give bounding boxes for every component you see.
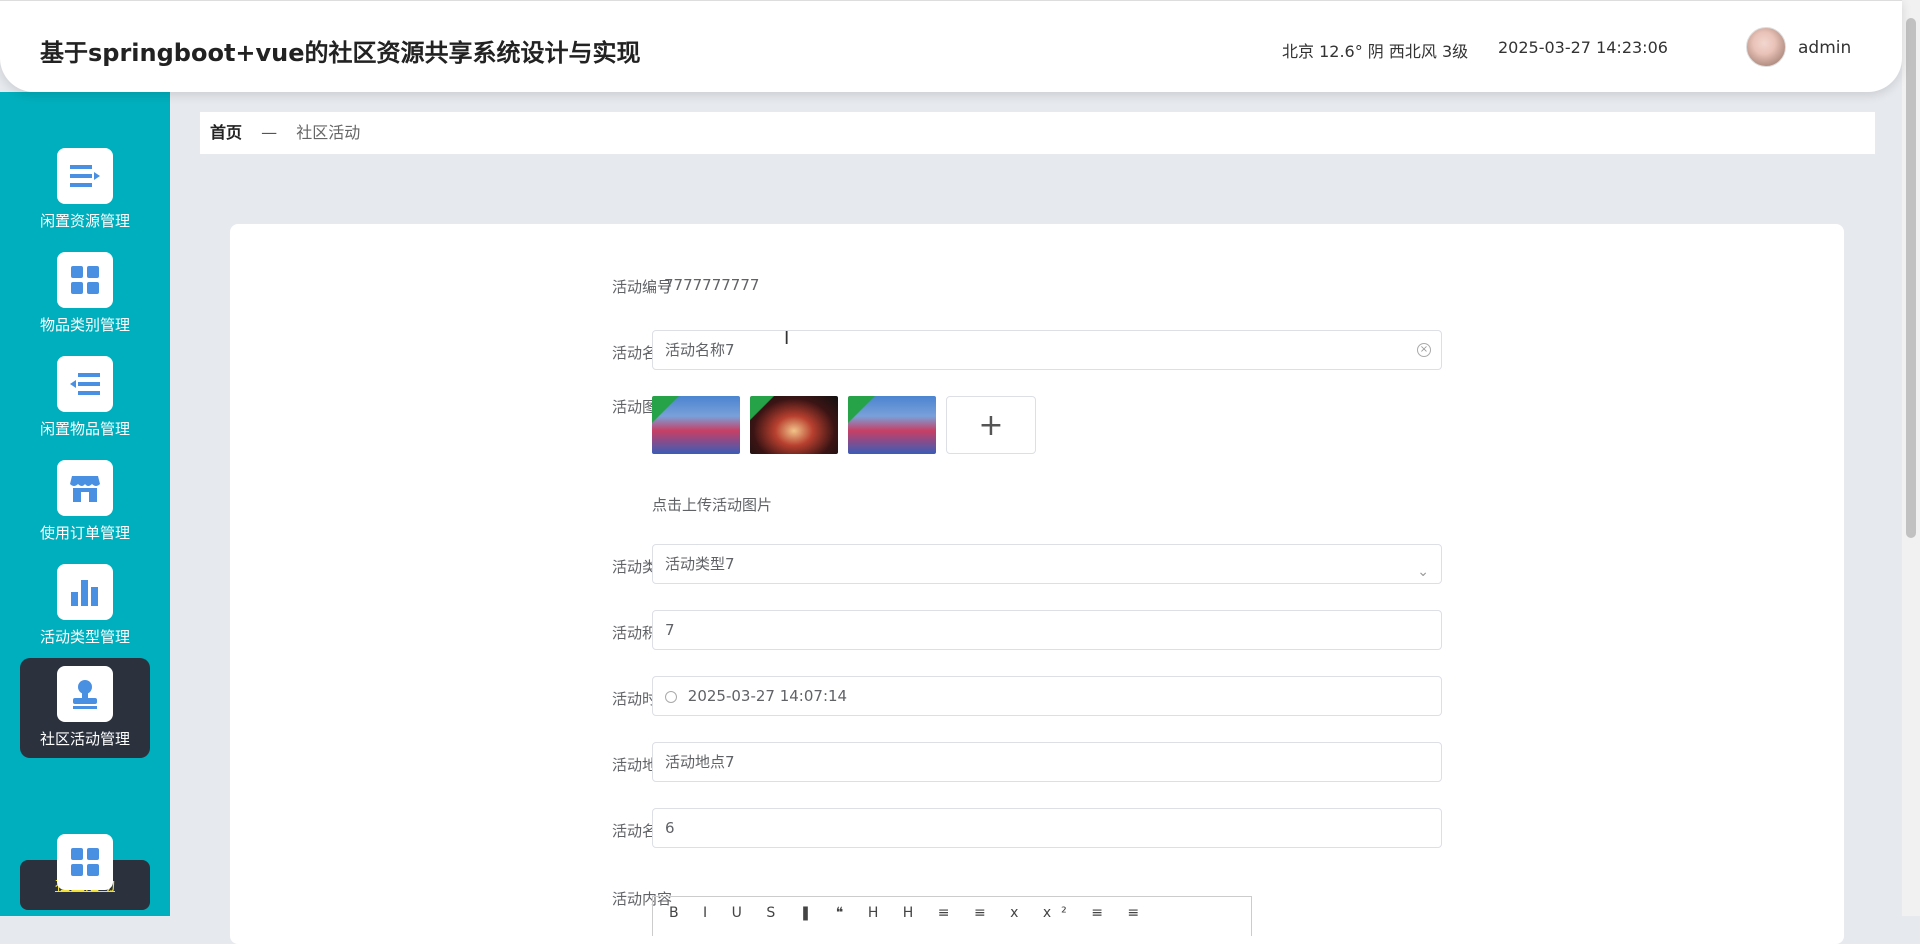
- chevron-down-icon: ⌄: [1417, 564, 1429, 580]
- input-value: 7: [665, 621, 675, 639]
- sidebar: 闲置资源管理 物品类别管理 闲置物品管理 使用订单管理 活动类型管理 社区活动管…: [0, 92, 170, 916]
- activity-name-input[interactable]: 活动名称7 ×: [652, 330, 1442, 370]
- activity-place-input[interactable]: 活动地点7: [652, 742, 1442, 782]
- plus-icon: +: [978, 407, 1004, 443]
- app-title: 基于springboot+vue的社区资源共享系统设计与实现: [40, 39, 641, 67]
- sidebar-item-label: 闲置物品管理: [39, 420, 130, 438]
- clock-icon: [665, 690, 677, 703]
- clear-icon[interactable]: ×: [1417, 343, 1431, 357]
- activity-image-thumbnail[interactable]: [652, 396, 740, 454]
- activity-image-thumbnail[interactable]: [848, 396, 936, 454]
- sidebar-item-label: 社区活动管理: [39, 730, 130, 748]
- sidebar-item-idle-resource[interactable]: 闲置资源管理: [20, 140, 150, 240]
- weather-info: 北京 12.6° 阴 西北风 3级: [1282, 42, 1469, 61]
- breadcrumb-current: 社区活动: [296, 123, 361, 142]
- sidebar-item-community-activity[interactable]: 社区活动管理: [20, 658, 150, 758]
- scrollbar-thumb[interactable]: [1906, 18, 1916, 538]
- upload-image-button[interactable]: +: [946, 396, 1036, 454]
- sidebar-item-activity-type[interactable]: 活动类型管理: [20, 556, 150, 656]
- list-icon: [57, 148, 113, 204]
- breadcrumb-separator: —: [261, 123, 278, 142]
- stamp-icon: [57, 666, 113, 722]
- sidebar-item-label: 使用订单管理: [39, 524, 130, 542]
- text-cursor-icon: I: [784, 328, 790, 349]
- sidebar-item-label: 闲置资源管理: [39, 212, 130, 230]
- indent-list-icon: [57, 356, 113, 412]
- input-value: 2025-03-27 14:07:14: [687, 687, 848, 705]
- sidebar-item-idle-goods[interactable]: 闲置物品管理: [20, 348, 150, 448]
- grid-icon: [57, 252, 113, 308]
- activity-time-picker[interactable]: 2025-03-27 14:07:14: [652, 676, 1442, 716]
- sidebar-item-more[interactable]: [20, 832, 150, 912]
- current-datetime: 2025-03-27 14:23:06: [1498, 38, 1668, 57]
- rich-text-editor-toolbar[interactable]: B I U S ❚ ❝ H H ≡ ≡ x x² ≡ ≡: [652, 896, 1252, 936]
- form-label: 活动编号: [611, 278, 672, 296]
- username[interactable]: admin: [1798, 38, 1851, 58]
- breadcrumb-home[interactable]: 首页: [210, 123, 242, 142]
- input-value: 活动名称7: [665, 341, 735, 359]
- bar-chart-icon: [57, 564, 113, 620]
- breadcrumb: 首页 — 社区活动: [200, 112, 1875, 154]
- input-value: 活动地点7: [665, 753, 735, 771]
- sidebar-item-label: 物品类别管理: [39, 316, 130, 334]
- form-card: 活动编号 7777777777 活动名称 活动名称7 × 活动图片 + 点击上传…: [230, 224, 1844, 944]
- activity-type-select[interactable]: 活动类型7 ⌄: [652, 544, 1442, 584]
- sidebar-item-orders[interactable]: 使用订单管理: [20, 452, 150, 552]
- select-value: 活动类型7: [665, 555, 735, 573]
- store-icon: [57, 460, 113, 516]
- activity-quota-input[interactable]: 6: [652, 808, 1442, 848]
- sidebar-item-label: 活动类型管理: [39, 628, 130, 646]
- activity-id-value: 7777777777: [664, 276, 760, 294]
- user-avatar[interactable]: [1746, 27, 1786, 67]
- grid-icon: [57, 834, 113, 890]
- activity-image-thumbnail[interactable]: [750, 396, 838, 454]
- top-header: 基于springboot+vue的社区资源共享系统设计与实现 北京 12.6° …: [0, 0, 1902, 92]
- upload-hint: 点击上传活动图片: [652, 496, 773, 514]
- activity-points-input[interactable]: 7: [652, 610, 1442, 650]
- sidebar-item-category[interactable]: 物品类别管理: [20, 244, 150, 344]
- input-value: 6: [665, 819, 675, 837]
